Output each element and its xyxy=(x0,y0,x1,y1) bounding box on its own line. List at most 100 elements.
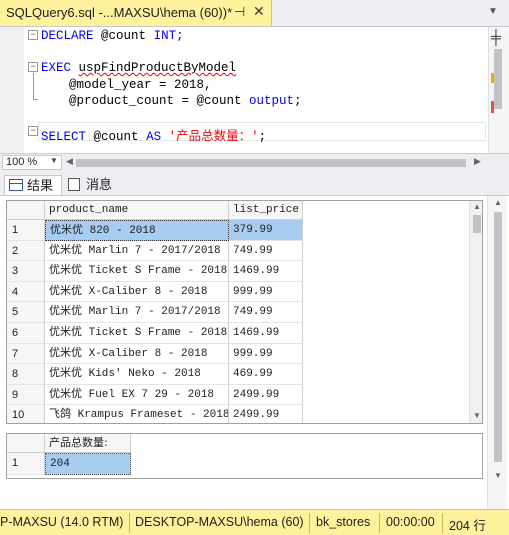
table-cell[interactable]: 999.99 xyxy=(229,343,303,365)
table-cell[interactable]: 749.99 xyxy=(229,240,303,262)
table-row[interactable]: 4 优米优 X-Caliber 8 - 2018 999.99 xyxy=(7,281,303,303)
table-row[interactable]: 9 优米优 Fuel EX 7 29 - 2018 2499.99 xyxy=(7,384,303,406)
table-row[interactable]: 7 优米优 X-Caliber 8 - 2018 999.99 xyxy=(7,343,303,365)
table-cell[interactable]: 999.99 xyxy=(229,281,303,303)
row-number[interactable]: 1 xyxy=(7,453,45,475)
status-separator xyxy=(442,513,443,533)
table-cell[interactable]: 优米优 Marlin 7 - 2017/2018 xyxy=(45,302,229,323)
table-cell[interactable]: 749.99 xyxy=(229,302,303,323)
chevron-down-icon[interactable]: ▼ xyxy=(50,156,58,165)
pin-icon[interactable]: ⊣ xyxy=(234,4,245,20)
close-icon[interactable]: ✕ xyxy=(253,3,265,20)
scroll-left-icon[interactable]: ◀ xyxy=(66,156,73,167)
table-row[interactable]: 3 优米优 Ticket S Frame - 2018 1469.99 xyxy=(7,261,303,282)
table-cell[interactable]: 优米优 Fuel EX 7 29 - 2018 xyxy=(45,384,229,406)
table-cell[interactable]: 469.99 xyxy=(229,364,303,385)
document-tab-strip: SQLQuery6.sql -...MAXSU\hema (60))* ⊣ ✕ … xyxy=(0,0,509,26)
results-grid-2[interactable]: 产品总数量: 1 204 xyxy=(6,433,483,479)
row-number[interactable]: 5 xyxy=(7,302,45,323)
keyword: DECLARE xyxy=(41,29,94,43)
collapse-icon[interactable]: − xyxy=(28,30,38,40)
row-number[interactable]: 6 xyxy=(7,323,45,344)
status-login: DESKTOP-MAXSU\hema (60) xyxy=(135,515,304,529)
table-cell[interactable]: 379.99 xyxy=(229,220,303,241)
fold-guide-end xyxy=(33,99,38,100)
table-row[interactable]: 1 优米优 820 - 2018 379.99 xyxy=(7,220,303,241)
keyword: INT; xyxy=(153,29,184,43)
row-number[interactable]: 1 xyxy=(7,220,45,241)
collapse-icon[interactable]: − xyxy=(28,126,38,136)
status-time: 00:00:00 xyxy=(386,515,435,529)
column-header[interactable]: list_price xyxy=(229,201,303,220)
tab-messages-label: 消息 xyxy=(86,177,113,192)
table-cell[interactable]: 优米优 820 - 2018 xyxy=(45,220,229,241)
tab-results[interactable]: 结果 xyxy=(4,175,62,195)
results-pane: product_name list_price 1 优米优 820 - 2018 3… xyxy=(0,195,509,510)
code-line-7: SELECT @count AS '产品总数量：'; xyxy=(41,125,266,144)
message-icon xyxy=(68,178,80,191)
table-row[interactable]: 5 优米优 Marlin 7 - 2017/2018 749.99 xyxy=(7,302,303,323)
results-scroll-thumb[interactable] xyxy=(494,212,502,462)
change-marker xyxy=(491,73,494,83)
row-number[interactable]: 9 xyxy=(7,384,45,406)
scroll-down-icon[interactable]: ▼ xyxy=(473,411,481,420)
scroll-up-icon[interactable]: ▲ xyxy=(473,202,481,211)
results-grid-1[interactable]: product_name list_price 1 优米优 820 - 2018 3… xyxy=(6,200,483,424)
row-number[interactable]: 3 xyxy=(7,261,45,282)
table-row[interactable]: 2 优米优 Marlin 7 - 2017/2018 749.99 xyxy=(7,240,303,262)
status-rows: 204 行 xyxy=(449,519,486,533)
row-number[interactable]: 4 xyxy=(7,281,45,303)
table-cell[interactable]: 2499.99 xyxy=(229,384,303,406)
tab-results-label: 结果 xyxy=(27,178,54,193)
table-cell[interactable]: 优米优 X-Caliber 8 - 2018 xyxy=(45,343,229,365)
table-cell[interactable]: 204 xyxy=(45,453,131,475)
column-header[interactable]: 产品总数量: xyxy=(45,434,131,453)
grid-icon xyxy=(9,179,23,191)
status-database: bk_stores xyxy=(316,515,371,529)
scroll-up-icon[interactable]: ▲ xyxy=(494,198,502,207)
table-row[interactable]: 8 优米优 Kids' Neko - 2018 469.99 xyxy=(7,364,303,385)
column-header[interactable]: product_name xyxy=(45,201,229,220)
collapse-icon[interactable]: − xyxy=(28,62,38,72)
table-cell[interactable]: 优米优 Ticket S Frame - 2018 xyxy=(45,261,229,282)
scroll-down-icon[interactable]: ▼ xyxy=(494,471,502,480)
editor-scroll-thumb[interactable] xyxy=(494,49,502,109)
status-separator xyxy=(309,513,310,533)
table-cell[interactable]: 优米优 Marlin 7 - 2017/2018 xyxy=(45,240,229,262)
code-line-5: @product_count = @count output; xyxy=(69,94,302,108)
scroll-right-icon[interactable]: ▶ xyxy=(474,156,481,167)
grid-corner[interactable] xyxy=(7,434,45,453)
table-cell[interactable]: 飞鸽 Krampus Frameset - 2018 xyxy=(45,405,229,423)
table-row[interactable]: 10 飞鸽 Krampus Frameset - 2018 2499.99 xyxy=(7,405,303,423)
status-bar: P-MAXSU (14.0 RTM) DESKTOP-MAXSU\hema (6… xyxy=(0,509,509,535)
variable: @product_count = @count xyxy=(69,94,242,108)
sql-editor[interactable]: − − − DECLARE @count INT; EXEC uspFindPr… xyxy=(0,26,509,154)
fold-guide xyxy=(33,73,34,99)
zoom-value: 100 % xyxy=(6,156,38,168)
row-number[interactable]: 8 xyxy=(7,364,45,385)
editor-horizontal-scroll-thumb[interactable] xyxy=(76,159,466,167)
ssms-query-window: SQLQuery6.sql -...MAXSU\hema (60))* ⊣ ✕ … xyxy=(0,0,509,535)
table-cell[interactable]: 2499.99 xyxy=(229,405,303,423)
table-cell[interactable]: 优米优 X-Caliber 8 - 2018 xyxy=(45,281,229,303)
table-cell[interactable]: 1469.99 xyxy=(229,261,303,282)
window-list-dropdown-icon[interactable]: ▼ xyxy=(488,6,498,17)
grid-corner[interactable] xyxy=(7,201,45,220)
table-row[interactable]: 6 优米优 Ticket S Frame - 2018 1469.99 xyxy=(7,323,303,344)
table-cell[interactable]: 1469.99 xyxy=(229,323,303,344)
code-line-4: @model_year = 2018, xyxy=(69,78,212,92)
code-line-1: DECLARE @count INT; xyxy=(41,29,184,43)
row-number[interactable]: 10 xyxy=(7,405,45,423)
query-tab[interactable]: SQLQuery6.sql -...MAXSU\hema (60))* ⊣ ✕ xyxy=(0,0,272,26)
results-vertical-scrollbar[interactable]: ▲ ▼ xyxy=(487,196,507,510)
row-number[interactable]: 2 xyxy=(7,240,45,262)
tab-messages[interactable]: 消息 xyxy=(64,175,120,195)
keyword: output xyxy=(249,94,295,108)
table-cell[interactable]: 优米优 Ticket S Frame - 2018 xyxy=(45,323,229,344)
result-tabs: 结果 消息 xyxy=(0,173,509,195)
grid1-vertical-scrollbar[interactable]: ▲ ▼ xyxy=(469,201,482,423)
grid1-scroll-thumb[interactable] xyxy=(473,215,481,233)
row-number[interactable]: 7 xyxy=(7,343,45,365)
table-cell[interactable]: 优米优 Kids' Neko - 2018 xyxy=(45,364,229,385)
split-icon[interactable]: ╪ xyxy=(491,29,501,45)
